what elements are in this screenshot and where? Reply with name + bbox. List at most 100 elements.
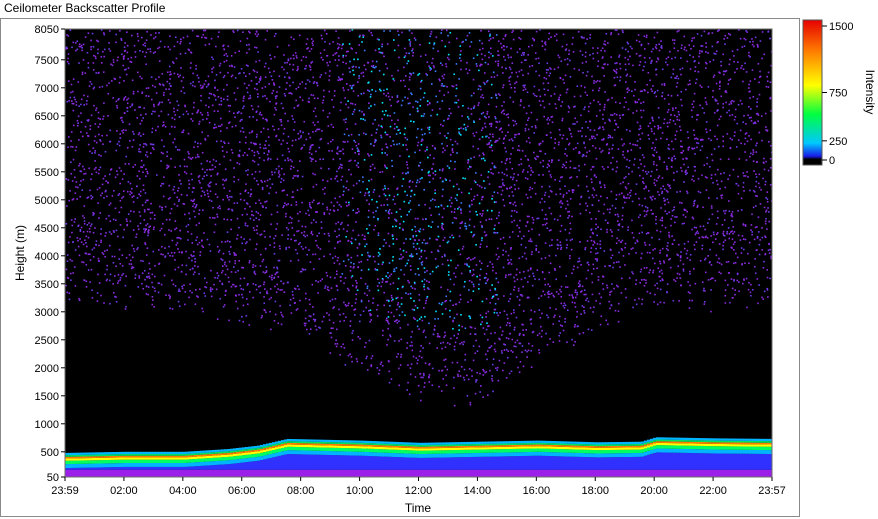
backscatter-speck (655, 215, 657, 218)
backscatter-speck (89, 189, 91, 192)
backscatter-speck (732, 226, 735, 228)
backscatter-speck (486, 135, 488, 138)
backscatter-speck (295, 175, 297, 177)
backscatter-speck (363, 64, 366, 67)
backscatter-speck (485, 298, 488, 300)
backscatter-speck (284, 94, 287, 97)
backscatter-speck (408, 186, 411, 188)
backscatter-speck (436, 113, 439, 116)
backscatter-speck (564, 318, 566, 320)
backscatter-speck (543, 194, 546, 196)
backscatter-speck (341, 78, 343, 81)
backscatter-speck (408, 210, 410, 213)
backscatter-speck (676, 94, 679, 97)
backscatter-speck (120, 170, 123, 172)
backscatter-speck (531, 37, 534, 40)
backscatter-speck (126, 51, 129, 54)
backscatter-speck (238, 319, 241, 322)
backscatter-speck (117, 282, 119, 284)
backscatter-speck (550, 36, 552, 38)
backscatter-speck (556, 243, 559, 246)
backscatter-speck (173, 203, 176, 206)
backscatter-speck (474, 392, 477, 395)
backscatter-speck (216, 196, 219, 198)
backscatter-speck (371, 60, 374, 63)
backscatter-speck (618, 251, 620, 254)
backscatter-speck (728, 114, 731, 117)
backscatter-speck (153, 226, 155, 229)
backscatter-speck (533, 39, 536, 42)
backscatter-speck (638, 98, 640, 101)
backscatter-speck (654, 284, 656, 287)
backscatter-speck (479, 268, 482, 271)
backscatter-speck (694, 153, 696, 155)
backscatter-speck (124, 96, 127, 98)
backscatter-speck (584, 91, 587, 94)
backscatter-speck (522, 74, 524, 77)
backscatter-speck (692, 45, 695, 47)
backscatter-speck (415, 357, 418, 359)
backscatter-speck (210, 37, 213, 40)
backscatter-speck (561, 137, 564, 140)
backscatter-speck (287, 120, 289, 122)
backscatter-speck (390, 294, 393, 297)
backscatter-speck (676, 216, 678, 218)
backscatter-speck (557, 143, 560, 146)
backscatter-speck (513, 219, 516, 222)
backscatter-speck (535, 70, 537, 73)
backscatter-speck (513, 289, 515, 291)
backscatter-speck (496, 369, 498, 371)
backscatter-speck (324, 287, 326, 289)
backscatter-speck (490, 97, 493, 99)
backscatter-speck (596, 252, 599, 254)
backscatter-speck (350, 261, 352, 264)
backscatter-speck (174, 220, 177, 222)
backscatter-speck (644, 61, 647, 64)
backscatter-speck (532, 222, 535, 224)
backscatter-speck (293, 107, 296, 109)
backscatter-speck (579, 284, 581, 286)
backscatter-speck (296, 189, 299, 191)
backscatter-speck (506, 313, 508, 316)
backscatter-speck (378, 80, 381, 83)
backscatter-speck (681, 170, 683, 172)
backscatter-speck (87, 143, 90, 146)
backscatter-speck (316, 128, 318, 131)
backscatter-speck (622, 206, 624, 209)
backscatter-speck (92, 45, 95, 48)
backscatter-speck (716, 168, 719, 171)
backscatter-speck (671, 214, 674, 217)
backscatter-speck (514, 82, 516, 85)
backscatter-speck (217, 110, 219, 113)
backscatter-speck (350, 102, 352, 105)
backscatter-speck (753, 265, 756, 268)
backscatter-speck (244, 224, 247, 227)
backscatter-speck (555, 193, 557, 196)
backscatter-speck (144, 192, 147, 194)
backscatter-speck (377, 278, 379, 281)
backscatter-speck (689, 284, 691, 287)
backscatter-speck (569, 228, 572, 230)
backscatter-speck (380, 204, 383, 207)
backscatter-speck (434, 147, 436, 149)
backscatter-speck (636, 101, 639, 104)
backscatter-speck (498, 211, 500, 214)
backscatter-speck (368, 90, 371, 92)
backscatter-speck (536, 118, 538, 121)
backscatter-speck (360, 269, 363, 272)
backscatter-speck (395, 267, 398, 269)
backscatter-speck (211, 56, 213, 59)
backscatter-speck (149, 217, 152, 220)
backscatter-speck (462, 376, 465, 379)
backscatter-speck (659, 252, 661, 254)
backscatter-speck (494, 293, 497, 296)
backscatter-speck (160, 160, 162, 162)
backscatter-speck (467, 160, 470, 162)
backscatter-speck (479, 391, 481, 393)
backscatter-speck (446, 241, 449, 244)
backscatter-speck (123, 57, 125, 60)
backscatter-speck (137, 225, 139, 227)
backscatter-speck (539, 161, 542, 164)
backscatter-speck (526, 296, 529, 299)
backscatter-speck (453, 404, 456, 407)
